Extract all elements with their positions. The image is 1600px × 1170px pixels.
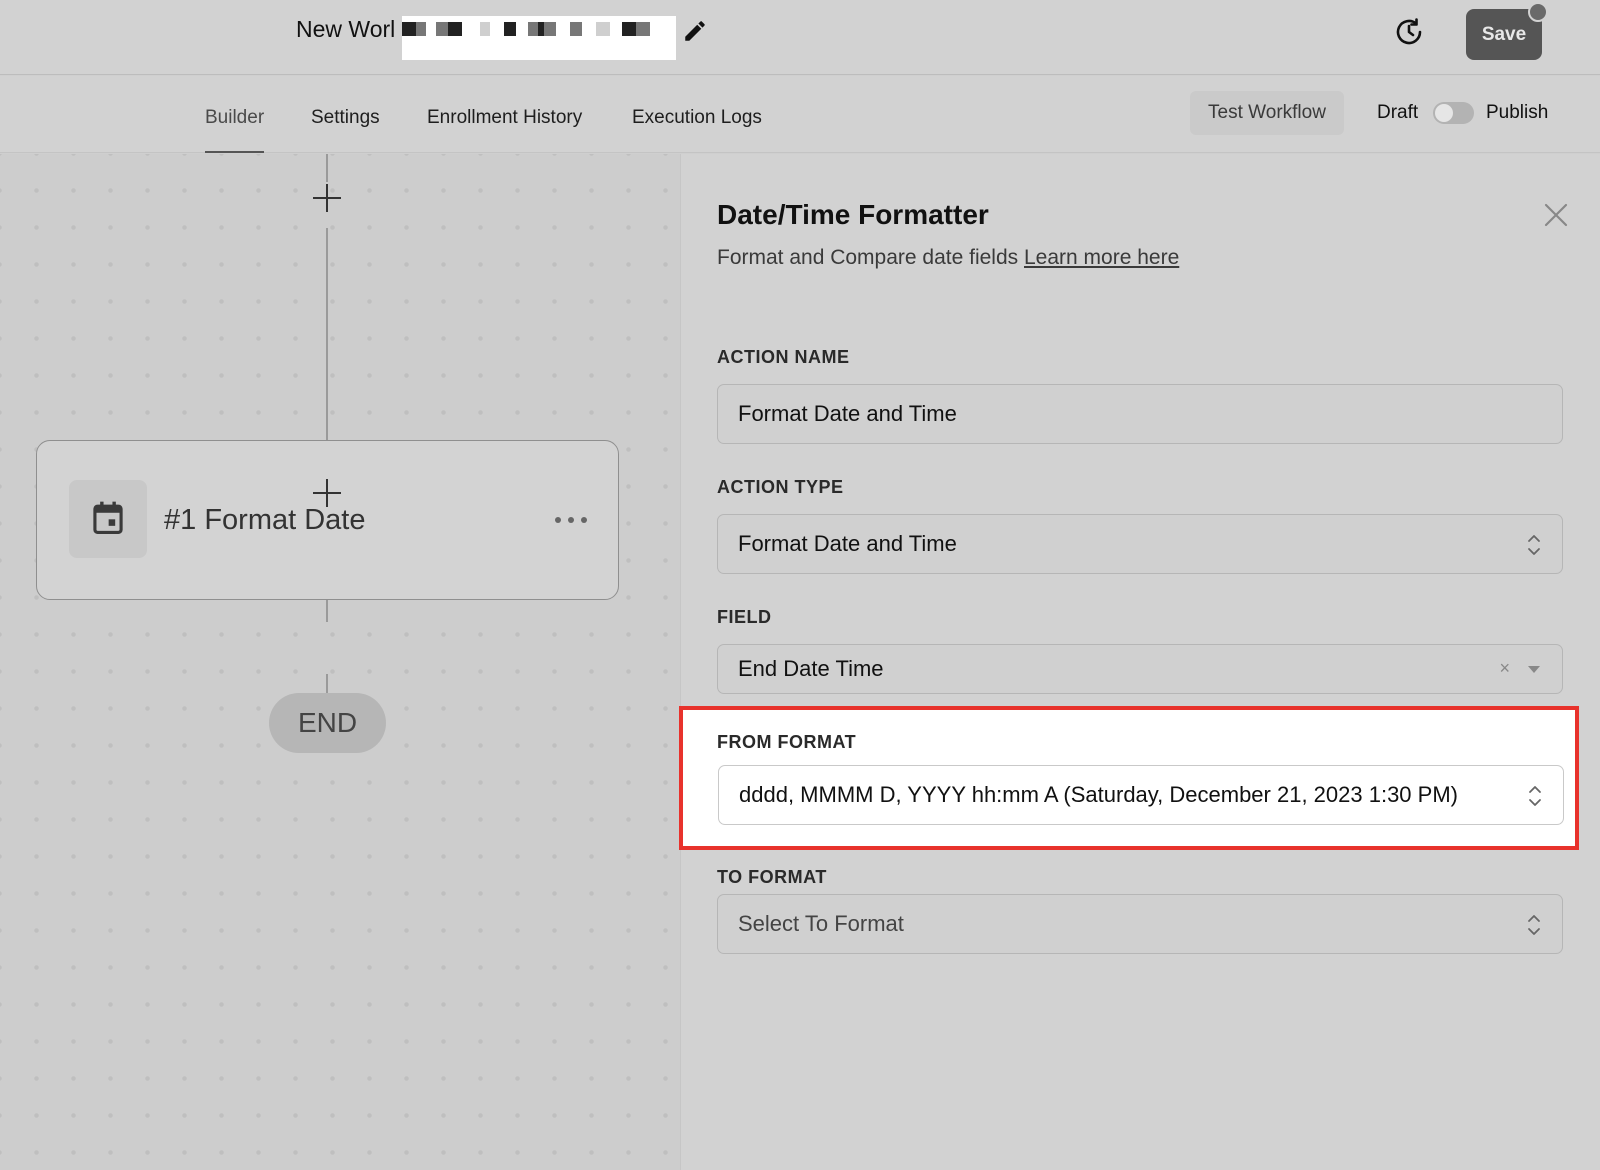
from-format-select[interactable]: dddd, MMMM D, YYYY hh:mm A (Saturday, De…: [718, 765, 1564, 825]
pencil-icon[interactable]: [682, 18, 708, 44]
publish-label: Publish: [1486, 102, 1549, 123]
to-format-select[interactable]: Select To Format: [717, 894, 1563, 954]
from-format-value: dddd, MMMM D, YYYY hh:mm A (Saturday, De…: [739, 782, 1458, 807]
close-icon[interactable]: [1543, 202, 1569, 228]
unsaved-indicator: [1528, 2, 1548, 22]
tab-enrollment-history[interactable]: Enrollment History: [427, 107, 582, 151]
tab-builder[interactable]: Builder: [205, 107, 265, 153]
top-bar: New Worl Save: [0, 0, 1600, 75]
node-title: #1 Format Date: [164, 504, 366, 536]
tab-execution-logs[interactable]: Execution Logs: [632, 107, 762, 151]
tab-bar: Builder Settings Enrollment History Exec…: [0, 76, 1600, 153]
add-step-button[interactable]: [313, 479, 341, 507]
tab-settings[interactable]: Settings: [311, 107, 380, 151]
panel-subtitle: Format and Compare date fields Learn mor…: [717, 246, 1179, 270]
end-node: END: [269, 693, 386, 753]
toggle-knob: [1435, 104, 1453, 122]
subtitle-text: Format and Compare date fields: [717, 246, 1019, 269]
action-type-label: ACTION TYPE: [717, 477, 844, 497]
node-more-icon[interactable]: [555, 517, 589, 525]
connector-line: [326, 228, 328, 440]
redacted-region: [402, 16, 676, 60]
chevron-updown-icon: [1529, 786, 1541, 806]
connector-line: [326, 154, 328, 182]
calendar-icon: [93, 501, 123, 534]
node-icon-wrapper: [69, 480, 147, 558]
history-icon[interactable]: [1393, 16, 1425, 48]
draft-label: Draft: [1377, 102, 1419, 123]
field-label: FIELD: [717, 607, 772, 627]
action-panel: Date/Time Formatter Format and Compare d…: [680, 154, 1600, 1170]
learn-more-link[interactable]: Learn more here: [1024, 246, 1179, 269]
caret-down-icon: [1528, 666, 1540, 673]
to-format-label: TO FORMAT: [717, 867, 827, 887]
chevron-updown-icon: [1528, 915, 1540, 935]
from-format-highlight: FROM FORMAT dddd, MMMM D, YYYY hh:mm A (…: [679, 706, 1579, 850]
from-format-label: FROM FORMAT: [717, 732, 857, 752]
action-type-select[interactable]: Format Date and Time: [717, 514, 1563, 574]
action-name-value: Format Date and Time: [738, 401, 957, 426]
action-name-label: ACTION NAME: [717, 347, 850, 367]
to-format-placeholder: Select To Format: [738, 911, 904, 936]
workflow-title[interactable]: New Worl: [296, 16, 395, 43]
test-workflow-button[interactable]: Test Workflow: [1190, 91, 1344, 135]
panel-title: Date/Time Formatter: [717, 199, 989, 230]
publish-toggle[interactable]: [1433, 102, 1474, 124]
action-name-input[interactable]: Format Date and Time: [717, 384, 1563, 444]
action-type-value: Format Date and Time: [738, 531, 957, 556]
field-value: End Date Time: [738, 656, 884, 681]
workflow-node[interactable]: #1 Format Date: [36, 440, 619, 600]
connector-line: [326, 600, 328, 622]
chevron-updown-icon: [1528, 535, 1540, 555]
field-select[interactable]: End Date Time ×: [717, 644, 1563, 694]
clear-icon[interactable]: ×: [1499, 658, 1510, 679]
add-step-button[interactable]: [313, 184, 341, 212]
workflow-canvas[interactable]: #1 Format Date END: [0, 154, 680, 1170]
